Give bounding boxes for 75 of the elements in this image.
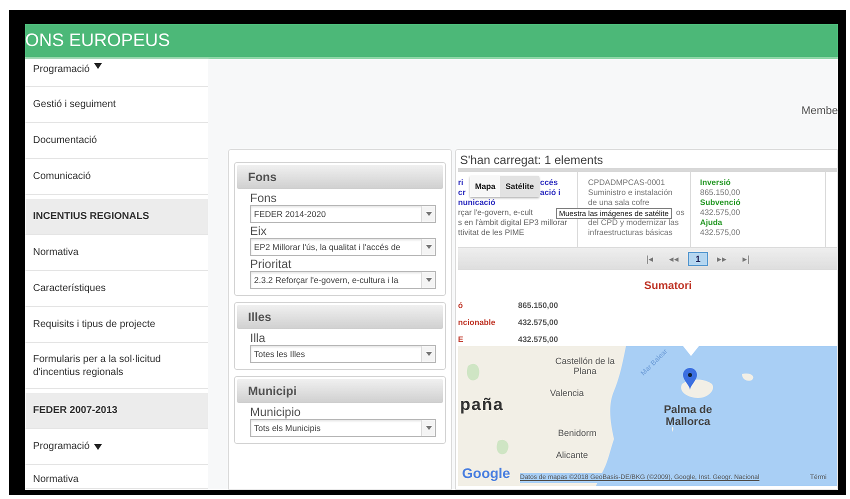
country-label: paña (460, 394, 504, 416)
cell-text: del CPD y modernizar las (588, 218, 679, 228)
caret-icon (426, 278, 432, 282)
project-link[interactable]: nunicació (458, 198, 577, 208)
dropdown-field[interactable]: FEDER 2014-2020 (250, 205, 436, 223)
cell-text: s en l'àmbit digital EP3 millorar (458, 218, 568, 228)
city-label: Castellón de la Plana (554, 356, 616, 376)
sidebar-item[interactable]: Característiques (25, 271, 208, 307)
amount-value: 432.575,00 (700, 208, 742, 218)
project-link[interactable]: ri (458, 178, 468, 188)
summary-label: ncionable (458, 316, 496, 328)
cell-text: infraestructuras básicas (588, 228, 672, 238)
summary-value: 865.150,00 (518, 300, 558, 312)
project-link[interactable]: cr (458, 188, 468, 198)
sidebar-item[interactable]: Programació (25, 429, 208, 465)
map-logo: Google (462, 464, 510, 483)
place-label: Palma de Mallorca (662, 404, 714, 428)
group-header: Fons (237, 165, 443, 189)
site-title: ONS EUROPEUS (25, 29, 170, 52)
sidebar-item[interactable]: Requisits i tipus de projecte (25, 307, 208, 343)
summary-value: 432.575,00 (518, 334, 558, 346)
project-link[interactable]: ació i (540, 188, 560, 198)
page-button[interactable]: ▸| (736, 252, 756, 266)
summary-label: E (458, 334, 464, 346)
map-pin-icon (683, 368, 697, 390)
city-label: Valencia (550, 388, 584, 398)
caret-icon (426, 352, 432, 356)
sidebar-section: FEDER 2007-2013 (25, 393, 208, 429)
dropdown-field[interactable]: Tots els Municipis (250, 419, 436, 437)
summary-value: 432.575,00 (518, 316, 558, 328)
caret-icon (426, 245, 432, 249)
results-title: S'han carregat: 1 elements (459, 152, 604, 168)
sidebar-section: INCENTIUS REGIONALS (25, 199, 208, 235)
city-label: Alicante (556, 450, 588, 460)
dropdown-field[interactable]: EP2 Millorar l'ús, la qualitat i l'accés de (250, 238, 436, 256)
dropdown-field[interactable]: Totes les Illes (250, 345, 436, 363)
page-button[interactable]: ▸▸ (712, 252, 732, 266)
field-label: Municipio (250, 406, 302, 419)
project-link[interactable]: ccés (540, 178, 558, 188)
page-button[interactable]: ◂◂ (664, 252, 684, 266)
group-header: Municipi (237, 379, 443, 403)
sidebar-item[interactable]: Comunicació (25, 159, 208, 195)
sidebar-item[interactable]: Gestió i seguiment (25, 87, 208, 123)
cell-text: CPDADMPCAS-0001 (588, 178, 665, 188)
sidebar-item[interactable]: Normativa (25, 235, 208, 271)
field-label: Prioritat (250, 258, 292, 271)
amount-value: 865.150,00 (700, 188, 742, 198)
amount-value: 432.575,00 (700, 228, 742, 238)
amount-label: Ajuda (700, 218, 724, 228)
summary-label: ó (458, 300, 464, 312)
field-label: Eix (250, 225, 268, 238)
amount-label: Inversió (700, 178, 732, 188)
summary-title: Sumatori (643, 279, 693, 294)
group-header: Illes (237, 305, 443, 329)
member-text: Membe (801, 104, 838, 119)
field-label: Illa (250, 332, 266, 345)
caret-icon (426, 212, 432, 216)
field-label: Fons (250, 192, 278, 205)
map-type-button[interactable]: Mapa (470, 176, 500, 197)
sidebar-item[interactable]: Formularis per a la sol·licitud d'incentius regionals (25, 343, 208, 389)
map-type-button[interactable]: Satélite (500, 176, 539, 197)
cell-text: de una sala cofre (588, 198, 650, 208)
cell-text: Suministro e instalación (588, 188, 672, 198)
cell-text: ttivitat de les PIME (458, 228, 524, 238)
sidebar-item[interactable]: Documentació (25, 123, 208, 159)
city-label: Benidorm (558, 428, 597, 438)
caret-icon (426, 426, 432, 430)
page-button[interactable]: |◂ (640, 252, 660, 266)
sidebar-item[interactable]: Programació (25, 59, 208, 87)
cell-text: rçar l'e-govern, e-cult (458, 208, 533, 218)
sidebar-item[interactable]: Normativa (25, 465, 208, 489)
amount-label: Subvenció (700, 198, 742, 208)
dropdown-field[interactable]: 2.3.2 Reforçar l'e-govern, e-cultura i la (250, 271, 436, 289)
cell-text: os (676, 208, 684, 217)
page-button[interactable]: 1 (688, 252, 708, 266)
